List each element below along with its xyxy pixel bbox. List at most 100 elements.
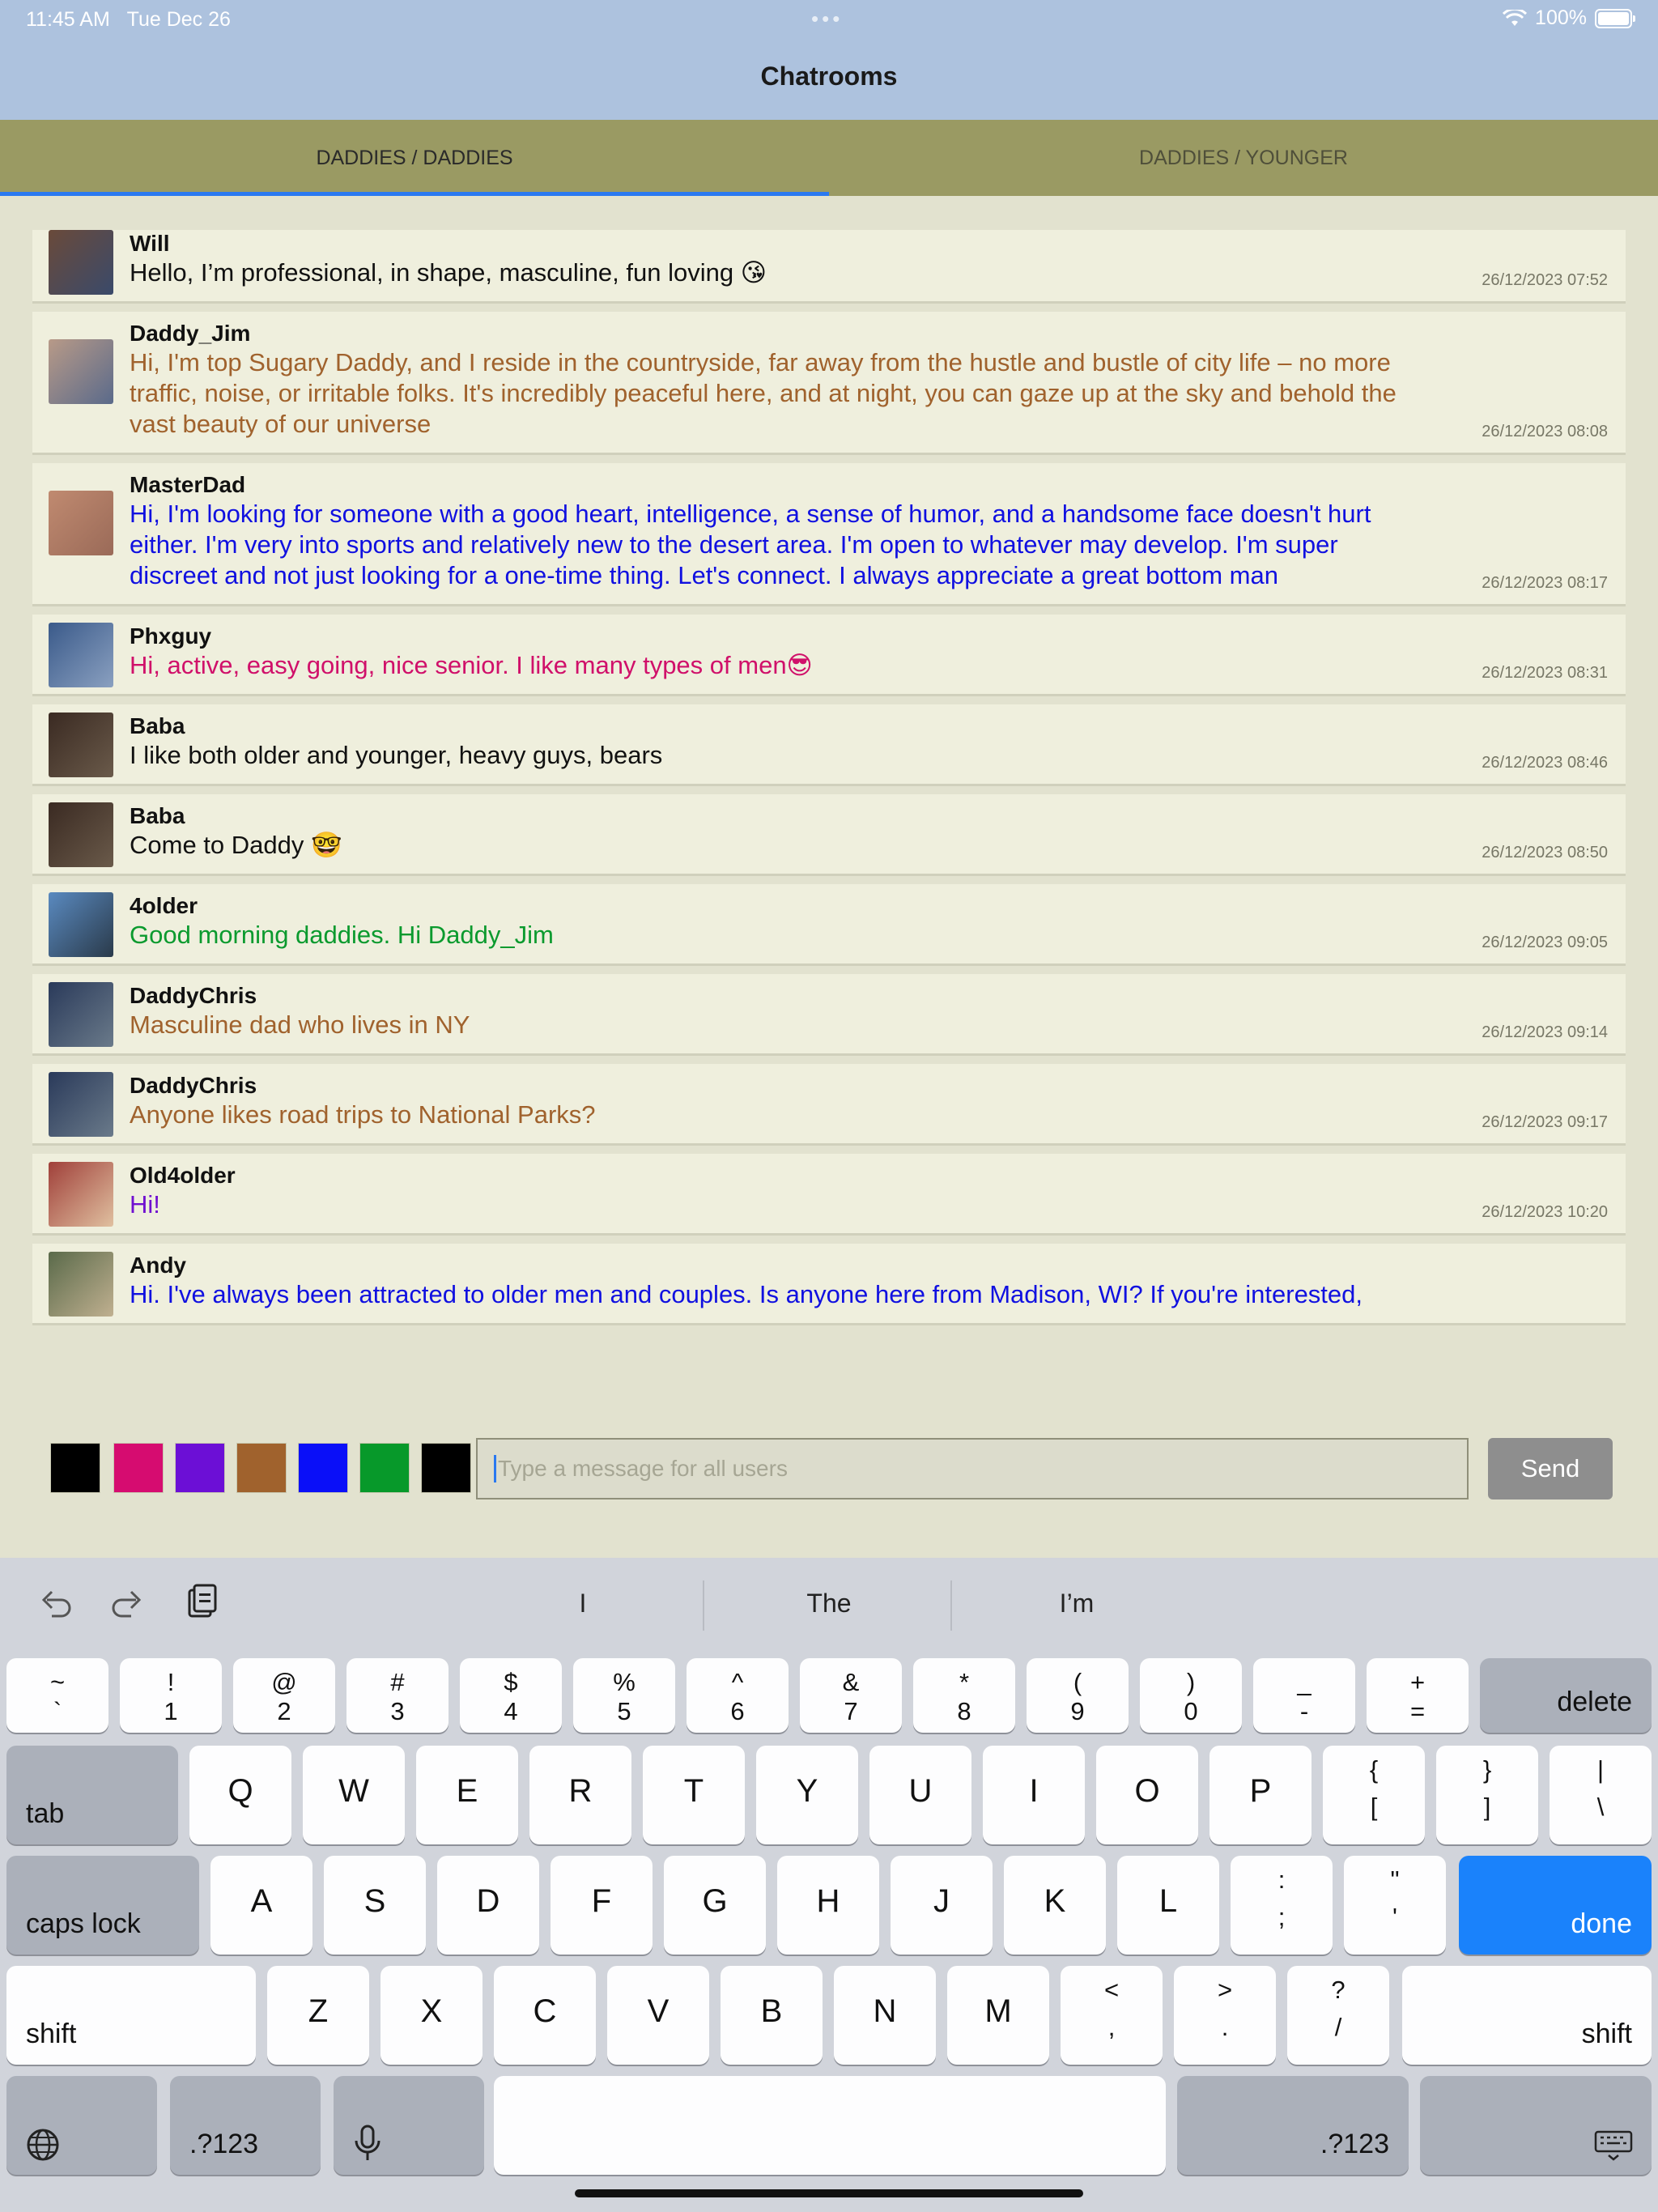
key-E[interactable]: E [416,1746,518,1844]
key-symbol[interactable]: :; [1231,1856,1333,1955]
message-row[interactable]: Baba Come to Daddy 🤓 26/12/2023 08:50 [32,794,1626,876]
key-G[interactable]: G [664,1856,766,1955]
color-swatch[interactable] [113,1443,164,1493]
key-symbol[interactable]: >. [1174,1966,1276,2065]
message-list[interactable]: Will Hello, I’m professional, in shape, m… [32,230,1626,1422]
key-A[interactable]: A [210,1856,312,1955]
key-9[interactable]: (9 [1027,1658,1129,1733]
key-6[interactable]: ^ 6 [687,1658,789,1733]
key-R[interactable]: R [529,1746,631,1844]
delete-key[interactable]: delete [1480,1658,1652,1733]
message-row[interactable]: Will Hello, I’m professional, in shape, m… [32,230,1626,304]
hide-keyboard-key[interactable] [1420,2076,1652,2175]
color-swatch[interactable] [359,1443,410,1493]
key-symbol[interactable]: <, [1061,1966,1163,2065]
avatar[interactable] [49,230,113,295]
color-swatch[interactable] [50,1443,100,1493]
key-D[interactable]: D [437,1856,539,1955]
message-row[interactable]: DaddyChris Masculine dad who lives in NY 2… [32,974,1626,1056]
key-X[interactable]: X [380,1966,483,2065]
tab-daddies-younger[interactable]: DADDIES / YOUNGER [829,120,1658,196]
undo-icon[interactable] [36,1582,76,1623]
suggestion-1[interactable]: I [461,1589,704,1619]
avatar[interactable] [49,339,113,404]
key-L[interactable]: L [1117,1856,1219,1955]
message-username[interactable]: MasterDad [130,471,1431,499]
key-symbol[interactable]: }] [1436,1746,1538,1844]
home-indicator[interactable] [575,2189,1083,2197]
paste-icon[interactable] [181,1582,222,1623]
message-username[interactable]: Daddy_Jim [130,320,1431,347]
key-5[interactable]: % 5 [573,1658,675,1733]
avatar[interactable] [49,1162,113,1227]
avatar[interactable] [49,623,113,687]
message-username[interactable]: Andy [130,1252,1431,1279]
avatar[interactable] [49,982,113,1047]
key-J[interactable]: J [891,1856,993,1955]
message-row[interactable]: 4older Good morning daddies. Hi Daddy_Jim… [32,884,1626,966]
send-button[interactable]: Send [1488,1438,1613,1499]
message-username[interactable]: 4older [130,892,1431,920]
tab-daddies-daddies[interactable]: DADDIES / DADDIES [0,120,829,196]
key-S[interactable]: S [324,1856,426,1955]
key-Y[interactable]: Y [756,1746,858,1844]
key-Q[interactable]: Q [189,1746,291,1844]
key-P[interactable]: P [1209,1746,1312,1844]
key-7[interactable]: & 7 [800,1658,902,1733]
message-username[interactable]: Will [130,230,1431,257]
key-1[interactable]: ! 1 [120,1658,222,1733]
message-row[interactable]: Andy Hi. I've always been attracted to ol… [32,1244,1626,1325]
key-symbol[interactable]: | \ [1550,1746,1652,1844]
key-B[interactable]: B [721,1966,823,2065]
message-username[interactable]: Old4older [130,1162,1431,1189]
avatar[interactable] [49,491,113,555]
number-symbol-key[interactable]: .?123 [1177,2076,1409,2175]
message-row[interactable]: Daddy_Jim Hi, I'm top Sugary Daddy, and I… [32,312,1626,455]
key-H[interactable]: H [777,1856,879,1955]
message-username[interactable]: DaddyChris [130,982,1431,1010]
key-symbol[interactable]: ? / [1287,1966,1389,2065]
avatar[interactable] [49,892,113,957]
caps-lock-key[interactable]: caps lock [6,1856,199,1955]
color-swatch[interactable] [175,1443,225,1493]
globe-key[interactable] [6,2076,157,2175]
message-row[interactable]: Baba I like both older and younger, heavy… [32,704,1626,786]
key-T[interactable]: T [643,1746,745,1844]
key-C[interactable]: C [494,1966,596,2065]
key-U[interactable]: U [869,1746,971,1844]
key-V[interactable]: V [607,1966,709,2065]
multitasking-dots-icon[interactable]: ••• [811,6,843,32]
message-row[interactable]: DaddyChris Anyone likes road trips to Nat… [32,1064,1626,1146]
key-F[interactable]: F [551,1856,653,1955]
color-swatch[interactable] [298,1443,348,1493]
message-username[interactable]: Phxguy [130,623,1431,650]
key--[interactable]: _ - [1253,1658,1355,1733]
key-Z[interactable]: Z [267,1966,369,2065]
avatar[interactable] [49,802,113,867]
key-I[interactable]: I [983,1746,1085,1844]
key-0[interactable]: ) 0 [1140,1658,1242,1733]
key-symbol[interactable]: " ' [1344,1856,1446,1955]
key-4[interactable]: $4 [460,1658,562,1733]
color-swatch[interactable] [421,1443,471,1493]
key-K[interactable]: K [1004,1856,1106,1955]
dictation-key[interactable] [334,2076,484,2175]
message-username[interactable]: DaddyChris [130,1072,1431,1100]
message-input[interactable]: Type a message for all users [476,1438,1469,1499]
avatar[interactable] [49,713,113,777]
avatar[interactable] [49,1072,113,1137]
message-row[interactable]: Phxguy Hi, active, easy going, nice senio… [32,615,1626,696]
suggestion-3[interactable]: I’m [955,1589,1198,1619]
message-row[interactable]: Old4older Hi! 26/12/2023 10:20 [32,1154,1626,1236]
key-O[interactable]: O [1096,1746,1198,1844]
message-username[interactable]: Baba [130,713,1431,740]
key-`[interactable]: ~ ` [6,1658,108,1733]
key-=[interactable]: + = [1367,1658,1469,1733]
space-key[interactable] [494,2076,1166,2175]
message-username[interactable]: Baba [130,802,1431,830]
key-2[interactable]: @2 [233,1658,335,1733]
number-symbol-key[interactable]: .?123 [170,2076,321,2175]
tab-key[interactable]: tab [6,1746,178,1844]
key-3[interactable]: #3 [346,1658,449,1733]
avatar[interactable] [49,1252,113,1317]
